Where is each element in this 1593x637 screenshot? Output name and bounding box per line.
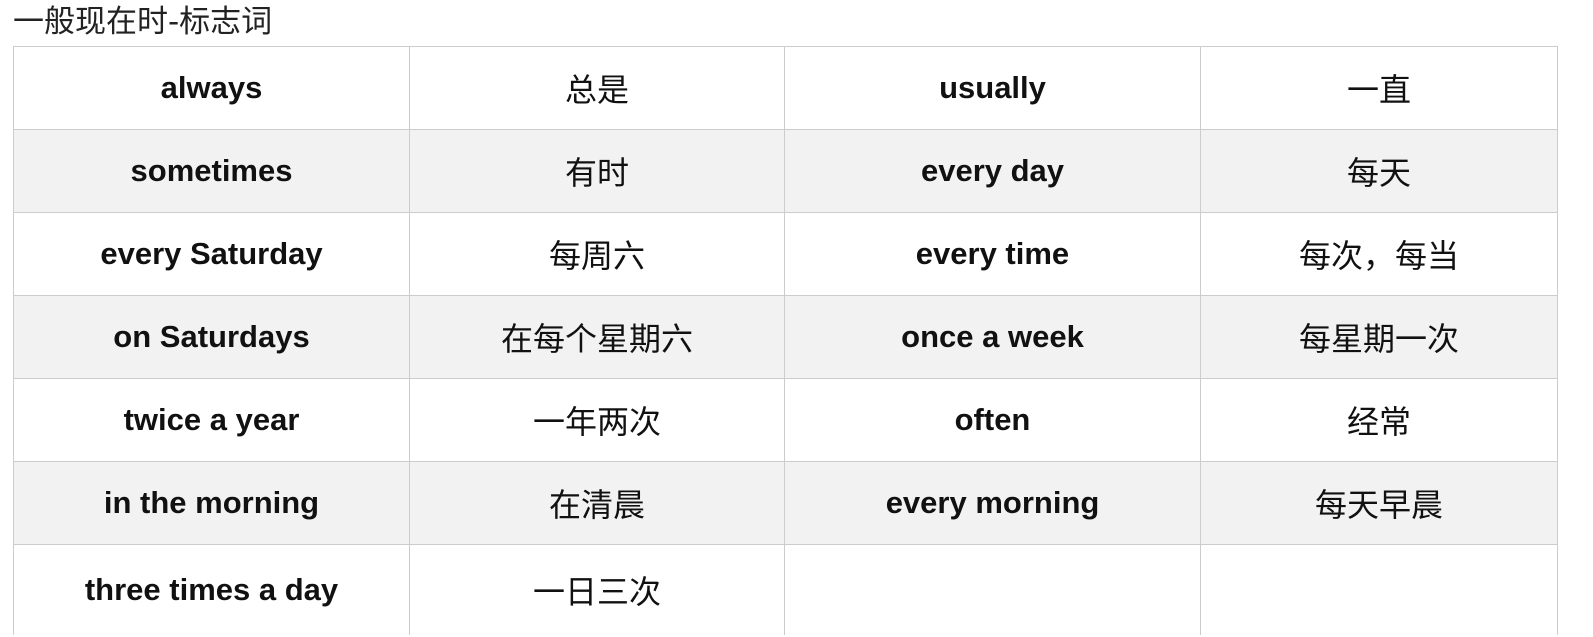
- table-row: on Saturdays 在每个星期六 once a week 每星期一次: [13, 295, 1558, 379]
- english-term-cell: always: [13, 46, 410, 130]
- english-term-cell: every day: [784, 129, 1201, 213]
- chinese-meaning-cell: 有时: [409, 129, 785, 213]
- table-row: twice a year 一年两次 often 经常: [13, 378, 1558, 462]
- chinese-meaning-cell: 在每个星期六: [409, 295, 785, 379]
- chinese-meaning-cell: 每天早晨: [1200, 461, 1558, 545]
- table-row: every Saturday 每周六 every time 每次，每当: [13, 212, 1558, 296]
- english-term-cell: sometimes: [13, 129, 410, 213]
- chinese-meaning-cell: 经常: [1200, 378, 1558, 462]
- table-row: always 总是 usually 一直: [13, 46, 1558, 130]
- table-row: in the morning 在清晨 every morning 每天早晨: [13, 461, 1558, 545]
- empty-cell: [784, 544, 1201, 635]
- chinese-meaning-cell: 在清晨: [409, 461, 785, 545]
- english-term-cell: every Saturday: [13, 212, 410, 296]
- english-term-cell: on Saturdays: [13, 295, 410, 379]
- english-term-cell: every morning: [784, 461, 1201, 545]
- chinese-meaning-cell: 总是: [409, 46, 785, 130]
- table-row: three times a day 一日三次: [13, 544, 1558, 635]
- empty-cell: [1200, 544, 1558, 635]
- chinese-meaning-cell: 一年两次: [409, 378, 785, 462]
- page-title: 一般现在时-标志词: [13, 4, 273, 40]
- english-term-cell: once a week: [784, 295, 1201, 379]
- english-term-cell: usually: [784, 46, 1201, 130]
- vocabulary-table: always 总是 usually 一直 sometimes 有时 every …: [13, 46, 1558, 635]
- english-term-cell: in the morning: [13, 461, 410, 545]
- chinese-meaning-cell: 每周六: [409, 212, 785, 296]
- page: 一般现在时-标志词 always 总是 usually 一直 sometimes…: [0, 0, 1593, 637]
- chinese-meaning-cell: 一直: [1200, 46, 1558, 130]
- english-term-cell: twice a year: [13, 378, 410, 462]
- chinese-meaning-cell: 每星期一次: [1200, 295, 1558, 379]
- english-term-cell: every time: [784, 212, 1201, 296]
- chinese-meaning-cell: 每天: [1200, 129, 1558, 213]
- table-row: sometimes 有时 every day 每天: [13, 129, 1558, 213]
- chinese-meaning-cell: 每次，每当: [1200, 212, 1558, 296]
- chinese-meaning-cell: 一日三次: [409, 544, 785, 635]
- english-term-cell: three times a day: [13, 544, 410, 635]
- english-term-cell: often: [784, 378, 1201, 462]
